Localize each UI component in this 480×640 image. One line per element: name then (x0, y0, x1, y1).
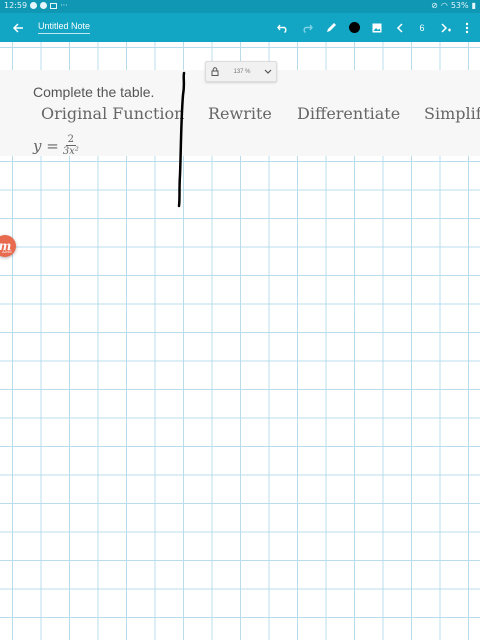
status-app-icon (40, 2, 48, 9)
next-page-button[interactable] (437, 13, 455, 42)
status-time: 12:59 (4, 1, 28, 10)
instruction-text: Complete the table. (33, 84, 155, 100)
redo-button[interactable] (298, 13, 316, 42)
pasted-image[interactable]: Complete the table. Original Function Re… (0, 70, 480, 157)
mute-icon: ⊘ (431, 1, 438, 10)
column-header-rewrite: Rewrite (208, 104, 272, 123)
status-gallery-icon (50, 2, 58, 9)
insert-image-button[interactable] (368, 13, 386, 42)
more-options-button[interactable] (459, 13, 475, 42)
color-swatch-icon (348, 22, 360, 33)
zoom-dropdown-button[interactable] (260, 69, 276, 75)
zoom-level: 137 % (233, 68, 251, 75)
toolbar: Untitled Note 6 (0, 13, 480, 42)
page-number: 6 (419, 22, 425, 33)
zoom-lock-button[interactable] (206, 67, 224, 76)
column-header-simplify: Simplif (424, 104, 480, 123)
formula-numerator: 2 (65, 134, 76, 146)
pen-tool-button[interactable] (322, 13, 340, 42)
wifi-icon: ◠ (440, 1, 448, 10)
prev-page-button[interactable] (391, 13, 409, 42)
pen-color-button[interactable] (345, 13, 363, 42)
lock-icon (211, 67, 219, 76)
pen-icon (326, 23, 336, 32)
back-arrow-icon (12, 22, 23, 33)
formula-fraction: 2 3x² (63, 134, 79, 157)
prev-page-icon (396, 22, 403, 33)
note-title-field[interactable]: Untitled Note (38, 21, 91, 34)
undo-icon (277, 24, 287, 33)
column-header-original: Original Function (41, 104, 185, 123)
undo-button[interactable] (274, 13, 292, 42)
status-more: ··· (60, 1, 68, 10)
next-page-icon (441, 22, 451, 33)
battery-icon: ▮ (471, 1, 476, 10)
function-formula: y = 2 3x² (33, 134, 79, 157)
redo-icon (303, 24, 313, 33)
column-header-differentiate: Differentiate (297, 104, 401, 123)
zoom-control[interactable]: 137 % (205, 61, 277, 82)
back-button[interactable] (8, 13, 28, 42)
more-vert-icon (465, 22, 469, 33)
formula-lhs: y = (33, 136, 59, 155)
formula-denominator: 3x² (62, 146, 79, 157)
side-badge-sub: AMS (2, 249, 12, 254)
status-app-icon (30, 2, 38, 9)
status-bar: 12:59 ··· ⊘ ◠ 53% ▮ (0, 0, 480, 13)
image-icon (372, 23, 382, 32)
chevron-down-icon (264, 69, 272, 74)
battery-level: 53% (450, 1, 469, 10)
